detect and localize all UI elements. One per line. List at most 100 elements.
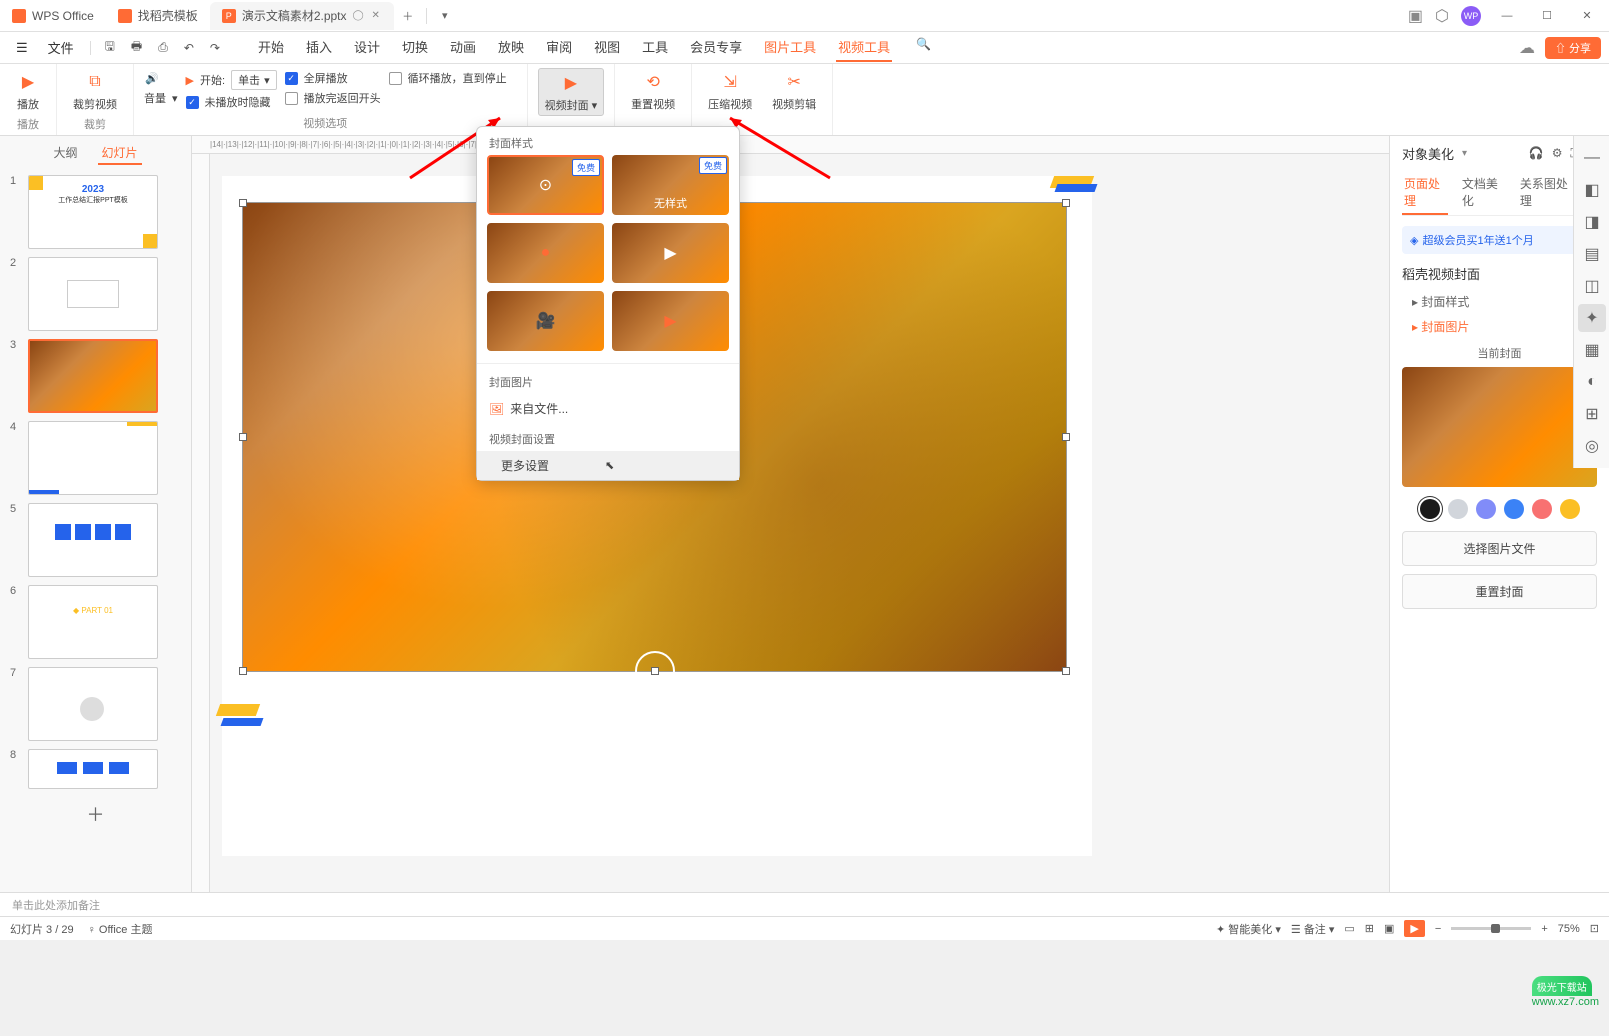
resize-handle-e[interactable] [1062, 433, 1070, 441]
fit-icon[interactable]: ⊡ [1590, 922, 1599, 935]
resize-handle-ne[interactable] [1062, 199, 1070, 207]
share-button[interactable]: ⇧ 分享 [1545, 37, 1601, 59]
tab-insert[interactable]: 插入 [304, 33, 334, 62]
maximize-button[interactable]: ☐ [1533, 4, 1561, 28]
side-tool-2[interactable]: ◨ [1578, 208, 1606, 236]
notes-bar[interactable]: 单击此处添加备注 [0, 892, 1609, 916]
color-black[interactable] [1420, 499, 1440, 519]
tab-tools[interactable]: 工具 [640, 33, 670, 62]
tab-video-tools[interactable]: 视频工具 [836, 33, 892, 62]
minimize-button[interactable]: — [1493, 4, 1521, 28]
fullscreen-checkbox[interactable]: ✓ [285, 72, 298, 85]
member-banner[interactable]: ◈ 超级会员买1年送1个月 ✕ [1402, 226, 1597, 254]
color-yellow[interactable] [1560, 499, 1580, 519]
close-button[interactable]: ✕ [1573, 4, 1601, 28]
slides-tab[interactable]: 幻灯片 [98, 142, 142, 165]
hide-checkbox[interactable]: ✓ [186, 96, 199, 109]
tab-transition[interactable]: 切换 [400, 33, 430, 62]
tab-menu-icon[interactable]: ▾ [431, 4, 459, 28]
color-gray[interactable] [1448, 499, 1468, 519]
add-slide-button[interactable]: ＋ [0, 793, 191, 835]
resize-handle-sw[interactable] [239, 667, 247, 675]
view-slideshow-icon[interactable]: ▶ [1404, 920, 1424, 937]
more-settings-item[interactable]: 更多设置 ⬉ [477, 451, 739, 480]
video-edit-button[interactable]: ✂ 视频剪辑 [766, 68, 822, 114]
slide-thumb-6[interactable]: 6 ◆ PART 01 [0, 581, 191, 663]
slide-thumb-2[interactable]: 2 [0, 253, 191, 335]
rp-gear-icon[interactable]: ⚙ [1552, 146, 1563, 161]
app-icon-1[interactable]: ▣ [1408, 6, 1423, 26]
hamburger-menu[interactable]: ☰ [8, 40, 36, 56]
loop-checkbox[interactable] [389, 72, 402, 85]
side-tool-9[interactable]: ◎ [1578, 432, 1606, 460]
side-tool-4[interactable]: ◫ [1578, 272, 1606, 300]
tab-templates[interactable]: 找稻壳模板 [106, 2, 210, 30]
rp-tab-doc[interactable]: 文档美化 [1460, 171, 1506, 215]
tab-slideshow[interactable]: 放映 [496, 33, 526, 62]
resize-handle-nw[interactable] [239, 199, 247, 207]
save-icon[interactable]: 🖫 [99, 33, 121, 62]
resize-handle-w[interactable] [239, 433, 247, 441]
side-tool-5[interactable]: ✦ [1578, 304, 1606, 332]
start-select[interactable]: 单击 ▾ [231, 70, 277, 90]
tab-animation[interactable]: 动画 [448, 33, 478, 62]
choose-image-button[interactable]: 选择图片文件 [1402, 531, 1597, 566]
tab-document[interactable]: P 演示文稿素材2.pptx ◯ ✕ [210, 2, 394, 30]
zoom-in-icon[interactable]: + [1541, 923, 1547, 935]
tab-member[interactable]: 会员专享 [688, 33, 744, 62]
tab-home[interactable]: 开始 [256, 33, 286, 62]
beautify-button[interactable]: ✦ 智能美化 ▾ [1216, 921, 1281, 937]
cover-style-5[interactable]: 🎥 [487, 291, 604, 351]
cover-style-none[interactable]: 免费 无样式 [612, 155, 729, 215]
print-icon[interactable]: 🖶 [125, 33, 148, 62]
color-purple[interactable] [1476, 499, 1496, 519]
compress-video-button[interactable]: ⇲ 压缩视频 [702, 68, 758, 114]
rp-tab-relation[interactable]: 关系图处理 [1518, 171, 1574, 215]
view-sorter-icon[interactable]: ⊞ [1365, 922, 1374, 935]
cover-style-1[interactable]: 免费 ⊙ [487, 155, 604, 215]
slide-thumb-5[interactable]: 5 [0, 499, 191, 581]
tab-app[interactable]: WPS Office [0, 2, 106, 30]
side-collapse-icon[interactable]: — [1578, 144, 1606, 172]
from-file-item[interactable]: 🖼 来自文件... [477, 394, 739, 423]
zoom-value[interactable]: 75% [1558, 923, 1580, 935]
cover-style-6[interactable]: ▶ [612, 291, 729, 351]
video-cover-button[interactable]: ▶ 视频封面 ▾ [538, 68, 605, 116]
zoom-out-icon[interactable]: − [1435, 923, 1441, 935]
canvas-area[interactable]: |14|·|13|·|12|·|11|·|10|·|9|·|8|·|7|·|6|… [192, 136, 1389, 892]
slide-thumb-8[interactable]: 8 [0, 745, 191, 793]
slide-thumb-1[interactable]: 1 2023 工作总结汇报PPT模板 [0, 171, 191, 253]
color-red[interactable] [1532, 499, 1552, 519]
tab-close-icon[interactable]: ✕ [370, 10, 382, 22]
rewind-checkbox[interactable] [285, 92, 298, 105]
app-icon-2[interactable]: ⬡ [1435, 6, 1449, 26]
play-overlay-icon[interactable] [635, 651, 675, 691]
file-menu[interactable]: 文件 [40, 38, 82, 57]
undo-icon[interactable]: ↶ [178, 37, 200, 59]
view-normal-icon[interactable]: ▭ [1344, 922, 1354, 935]
side-tool-1[interactable]: ◧ [1578, 176, 1606, 204]
tab-view[interactable]: 视图 [592, 33, 622, 62]
rp-sub-style[interactable]: ▸ 封面样式 [1402, 289, 1597, 314]
tab-review[interactable]: 审阅 [544, 33, 574, 62]
cover-style-3[interactable]: ● [487, 223, 604, 283]
tab-design[interactable]: 设计 [352, 33, 382, 62]
slide-thumb-3[interactable]: 3 [0, 335, 191, 417]
rp-sub-image[interactable]: 封面图片 [1402, 314, 1597, 339]
view-reading-icon[interactable]: ▣ [1384, 922, 1394, 935]
tab-picture-tools[interactable]: 图片工具 [762, 33, 818, 62]
slide-thumb-4[interactable]: 4 [0, 417, 191, 499]
redo-icon[interactable]: ↷ [204, 37, 226, 59]
side-tool-3[interactable]: ▤ [1578, 240, 1606, 268]
rp-tab-page[interactable]: 页面处理 [1402, 171, 1448, 215]
search-icon[interactable]: 🔍 [910, 33, 937, 62]
chevron-down-icon[interactable]: ▾ [1462, 148, 1467, 159]
play-button[interactable]: ▶ 播放 [10, 68, 46, 114]
new-tab-button[interactable]: ＋ [394, 4, 422, 28]
reset-cover-button[interactable]: 重置封面 [1402, 574, 1597, 609]
zoom-slider[interactable] [1451, 927, 1531, 930]
slide-thumb-7[interactable]: 7 [0, 663, 191, 745]
print-preview-icon[interactable]: ⎙ [152, 36, 174, 59]
resize-handle-se[interactable] [1062, 667, 1070, 675]
side-tool-6[interactable]: ▦ [1578, 336, 1606, 364]
